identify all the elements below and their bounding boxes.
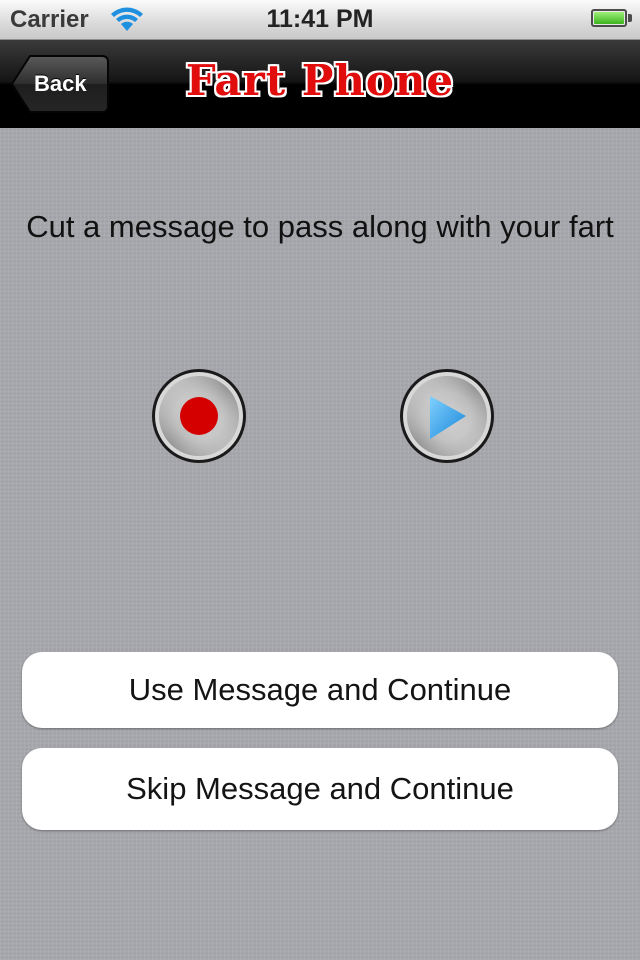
use-message-button[interactable]: Use Message and Continue	[22, 652, 618, 728]
battery-icon	[591, 9, 627, 27]
battery-level	[594, 12, 624, 24]
back-button[interactable]: Back	[10, 54, 110, 114]
back-button-label: Back	[34, 71, 87, 96]
record-button[interactable]	[150, 367, 248, 465]
status-time: 11:41 PM	[266, 5, 374, 33]
play-button[interactable]	[398, 367, 496, 465]
status-bar: Carrier 11:41 PM	[0, 0, 640, 40]
battery-cap	[628, 14, 632, 22]
record-icon	[152, 369, 246, 463]
nav-bar: Back Fart Phone	[0, 40, 640, 128]
page-title: Fart Phone	[185, 56, 455, 105]
play-icon	[400, 369, 494, 463]
skip-message-button[interactable]: Skip Message and Continue	[22, 748, 618, 830]
record-prompt: Cut a message to pass along with your fa…	[26, 209, 614, 244]
